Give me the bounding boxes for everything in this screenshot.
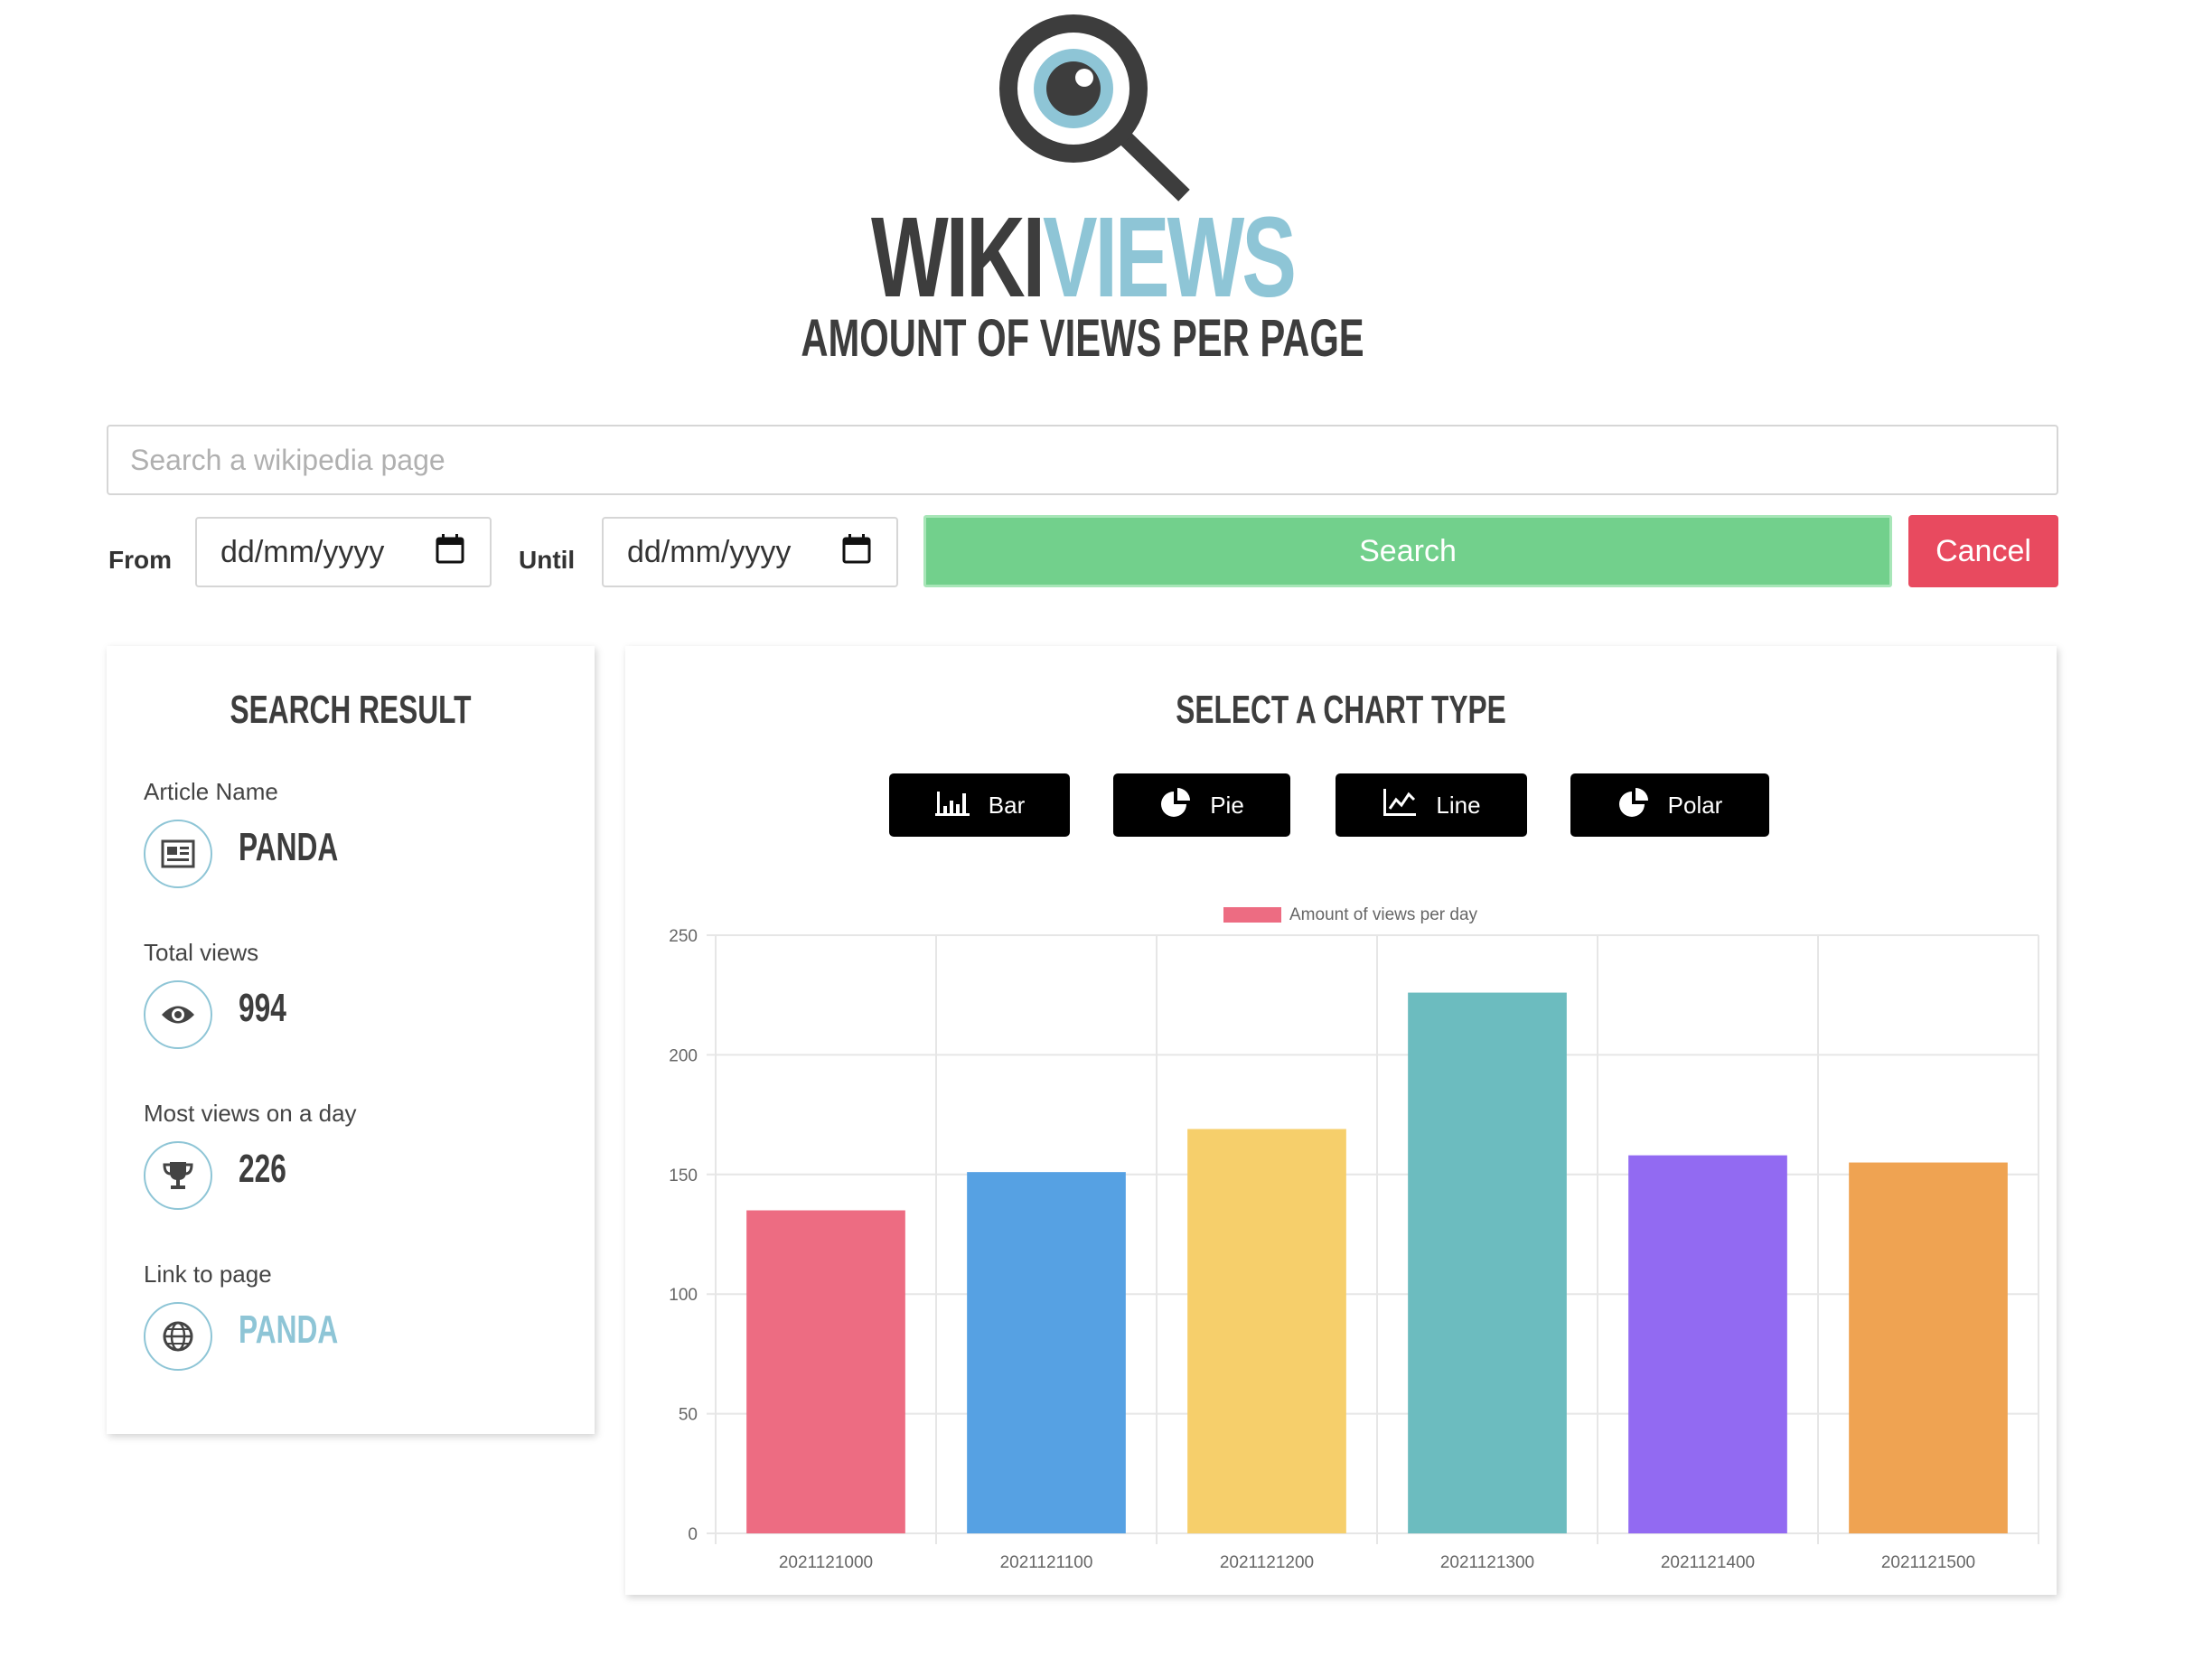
globe-icon [144, 1302, 212, 1371]
title-wiki: WIKI [870, 193, 1045, 321]
pie-chart-button[interactable]: Pie [1113, 773, 1290, 837]
total-views-value: 994 [239, 986, 286, 1030]
search-input[interactable] [107, 425, 2058, 495]
eye-icon [144, 980, 212, 1049]
title-views: VIEWS [1043, 193, 1297, 321]
until-label: Until [519, 546, 576, 574]
pie-chart-icon [1159, 786, 1192, 825]
polar-chart-button-label: Polar [1667, 791, 1723, 819]
calendar-icon[interactable] [842, 533, 871, 572]
search-button[interactable]: Search [923, 515, 1892, 587]
y-tick-label: 100 [669, 1286, 698, 1305]
bar-chart: 0 50 100 150 200 250 2021121000 2021121100 2021… [669, 905, 2039, 1572]
until-date-value: dd/mm/yyyy [627, 534, 792, 569]
article-name-value: PANDA [239, 825, 339, 869]
bar-2021121000 [746, 1210, 905, 1533]
search-result-title: SEARCH RESULT [230, 688, 472, 732]
bar-2021121200 [1187, 1129, 1346, 1533]
from-date-value: dd/mm/yyyy [220, 534, 385, 569]
line-chart-icon [1382, 787, 1418, 824]
bar-2021121300 [1408, 992, 1567, 1533]
from-date-field[interactable]: dd/mm/yyyy [195, 517, 492, 587]
bar-2021121400 [1628, 1155, 1787, 1533]
calendar-icon[interactable] [436, 533, 464, 572]
chart-type-title: SELECT A CHART TYPE [1176, 688, 1506, 732]
polar-chart-button[interactable]: Polar [1570, 773, 1769, 837]
y-tick-label: 200 [669, 1046, 698, 1065]
line-chart-button-label: Line [1436, 791, 1481, 819]
magnifier-eye-icon [990, 11, 1193, 202]
most-views-label: Most views on a day [144, 1100, 357, 1127]
app-title: WIKIVIEWS [303, 201, 1861, 314]
bar-2021121500 [1849, 1162, 2008, 1533]
total-views-label: Total views [144, 939, 259, 966]
x-tick-label: 2021121500 [1881, 1553, 1975, 1572]
page-link[interactable]: PANDA [239, 1307, 338, 1353]
app-subtitle: AMOUNT OF VIEWS PER PAGE [801, 309, 1364, 368]
legend-label: Amount of views per day [1289, 905, 1478, 924]
most-views-value: 226 [239, 1147, 286, 1191]
x-tick-label: 2021121200 [1220, 1553, 1314, 1572]
from-label: From [108, 546, 172, 574]
x-tick-label: 2021121100 [1000, 1553, 1093, 1572]
trophy-icon [144, 1141, 212, 1210]
x-tick-label: 2021121400 [1661, 1553, 1755, 1572]
search-result-panel: SEARCH RESULT Article Name PANDA Total v… [107, 646, 595, 1434]
line-chart-button[interactable]: Line [1336, 773, 1527, 837]
newspaper-icon [144, 820, 212, 888]
pie-chart-button-label: Pie [1210, 791, 1244, 819]
y-tick-label: 50 [679, 1406, 698, 1425]
bar-2021121100 [967, 1172, 1126, 1533]
x-tick-label: 2021121300 [1440, 1553, 1534, 1572]
bar-chart-button[interactable]: Bar [889, 773, 1070, 837]
legend-swatch [1223, 907, 1281, 923]
cancel-button[interactable]: Cancel [1908, 515, 2058, 587]
y-tick-label: 150 [669, 1167, 698, 1185]
link-to-page-label: Link to page [144, 1260, 272, 1288]
polar-chart-icon [1617, 786, 1650, 825]
bar-chart-icon [934, 788, 970, 823]
y-tick-label: 0 [688, 1525, 698, 1544]
until-date-field[interactable]: dd/mm/yyyy [602, 517, 898, 587]
y-tick-label: 250 [669, 927, 698, 946]
x-tick-label: 2021121000 [779, 1553, 873, 1572]
bar-chart-button-label: Bar [988, 791, 1026, 819]
article-name-label: Article Name [144, 778, 278, 805]
